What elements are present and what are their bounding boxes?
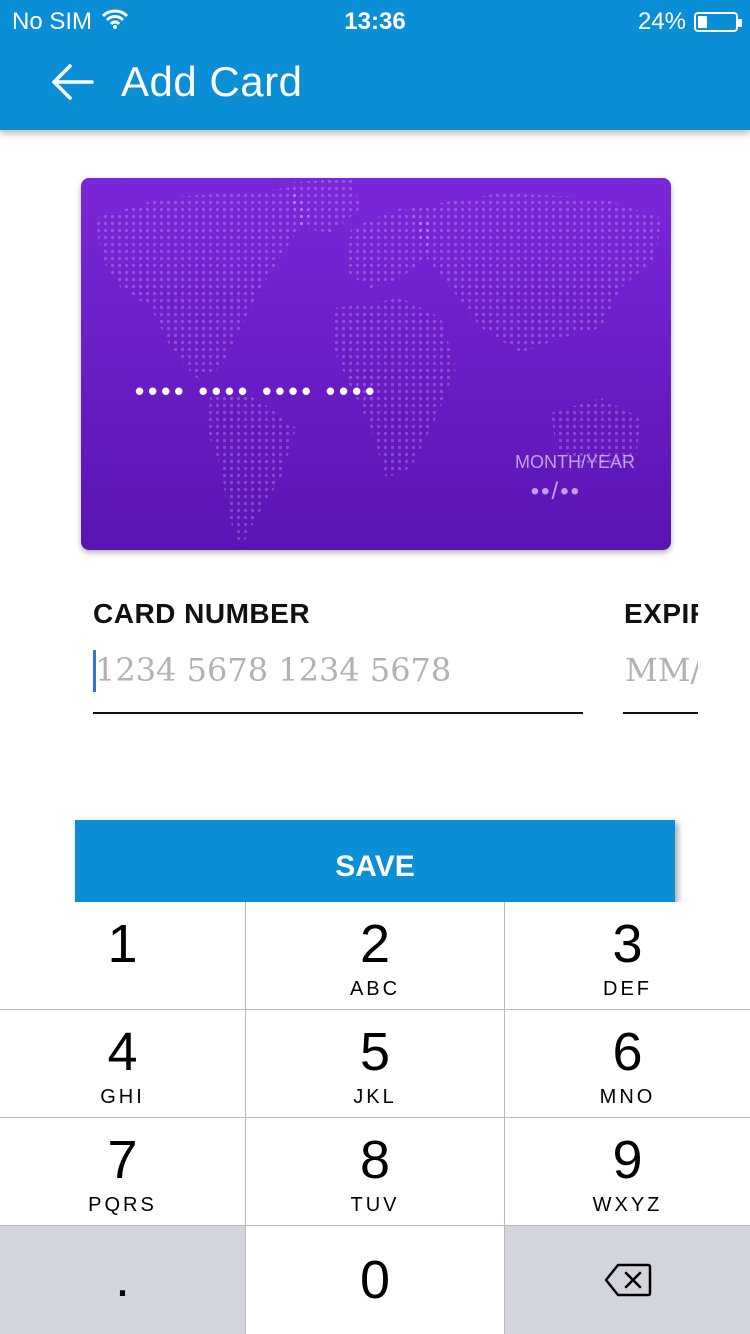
- card-number-label: CARD NUMBER: [93, 598, 311, 629]
- card-number-field-wrap: [93, 640, 583, 714]
- key-letters: PQRS: [88, 1194, 157, 1216]
- key-8[interactable]: 8 TUV: [246, 1118, 505, 1226]
- battery-percent: 24%: [637, 8, 686, 35]
- key-digit: 7: [107, 1130, 138, 1190]
- card-preview: •••• •••• •••• •••• MONTH/YEAR ••/••: [81, 178, 671, 550]
- key-5[interactable]: 5 JKL: [246, 1010, 505, 1118]
- key-digit: .: [114, 1248, 130, 1308]
- key-digit: 1: [107, 914, 138, 974]
- key-letters: GHI: [100, 1086, 145, 1108]
- key-digit: 9: [612, 1130, 643, 1190]
- arrow-left-icon: [52, 64, 94, 100]
- key-digit: 0: [359, 1250, 391, 1310]
- world-map-graphic: [96, 178, 661, 548]
- battery-fill: [698, 16, 707, 28]
- key-4[interactable]: 4 GHI: [0, 1010, 246, 1118]
- card-number-input[interactable]: [93, 640, 583, 700]
- key-digit: 5: [359, 1022, 391, 1082]
- key-digit: 4: [107, 1022, 138, 1082]
- card-expiry-mask: ••/••: [530, 478, 581, 505]
- text-caret: [93, 650, 96, 692]
- save-button[interactable]: SAVE: [75, 820, 675, 902]
- card-number-mask: •••• •••• •••• ••••: [135, 376, 379, 406]
- numeric-keypad: 1 2 ABC 3 DEF 4 GHI 5 JKL 6 MNO 7 PQRS 8…: [0, 902, 750, 1334]
- key-letters: WXYZ: [592, 1194, 663, 1216]
- key-letters: JKL: [353, 1086, 397, 1108]
- key-3[interactable]: 3 DEF: [505, 902, 750, 1010]
- key-digit: 8: [359, 1130, 391, 1190]
- app-bar: No SIM 13:36 24% Add Card: [0, 0, 750, 130]
- expiry-input[interactable]: [623, 640, 698, 700]
- key-letters: TUV: [350, 1194, 400, 1216]
- key-digit: 3: [612, 914, 643, 974]
- card-expiry-label: MONTH/YEAR: [514, 452, 635, 472]
- key-decimal[interactable]: .: [0, 1226, 246, 1334]
- backspace-icon: [604, 1263, 651, 1297]
- key-9[interactable]: 9 WXYZ: [505, 1118, 750, 1226]
- key-2[interactable]: 2 ABC: [246, 902, 505, 1010]
- key-delete[interactable]: [505, 1226, 750, 1334]
- battery-icon: [694, 12, 742, 32]
- page-title: Add Card: [121, 58, 303, 105]
- key-letters: ABC: [349, 978, 401, 1000]
- status-bar: No SIM 13:36 24%: [0, 0, 750, 40]
- expiry-field-wrap: [623, 640, 698, 714]
- key-1[interactable]: 1: [0, 902, 246, 1010]
- key-6[interactable]: 6 MNO: [505, 1010, 750, 1118]
- expiry-label: EXPIRY: [624, 598, 698, 629]
- key-digit: 2: [359, 914, 391, 974]
- key-7[interactable]: 7 PQRS: [0, 1118, 246, 1226]
- key-letters: DEF: [603, 978, 652, 1000]
- key-0[interactable]: 0: [246, 1226, 505, 1334]
- back-button[interactable]: [50, 62, 98, 106]
- key-letters: MNO: [599, 1086, 656, 1108]
- key-digit: 6: [612, 1022, 643, 1082]
